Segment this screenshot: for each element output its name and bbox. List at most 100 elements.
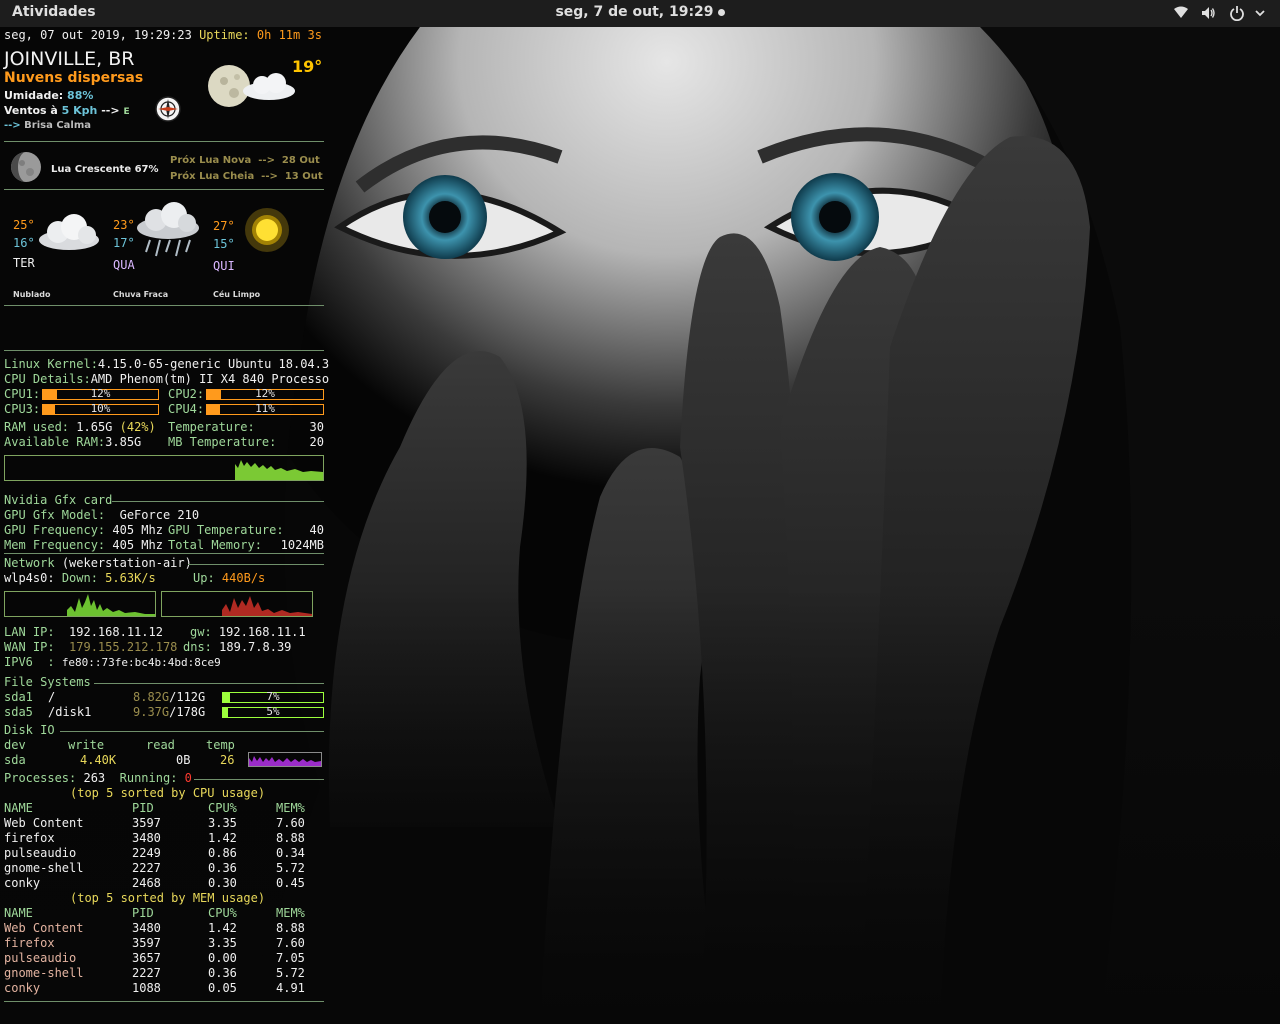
process-cpu: 3.35 — [208, 816, 237, 830]
table-header-cpu: CPU% — [208, 906, 237, 920]
cpu4-label: CPU4: — [168, 402, 205, 416]
process-cpu: 0.05 — [208, 981, 237, 995]
conky-panel: seg, 07 out 2019, 19:29:23 Uptime: 0h 11… — [0, 27, 330, 1024]
gpu-frequency: GPU Frequency: 405 Mhz — [4, 523, 163, 538]
cpu4-bar: 11% — [206, 402, 324, 415]
cpu2-bar: 12% — [206, 387, 324, 400]
top-bar: Atividades seg, 7 de out, 19:29 — [0, 0, 1280, 27]
process-cpu: 0.00 — [208, 951, 237, 965]
temperature-label: Temperature: — [168, 420, 255, 434]
process-cpu: 0.86 — [208, 846, 237, 860]
table-header-name: NAME — [4, 801, 33, 815]
cpu-details: CPU Details:AMD Phenom(tm) II X4 840 Pro… — [4, 372, 329, 387]
fs-used: 8.82G — [133, 690, 170, 704]
gateway-label: gw: — [190, 625, 212, 639]
next-new-moon-arrow: --> — [258, 155, 275, 166]
total-memory-value: 1024MB — [280, 538, 324, 552]
table-row: pulseaudio 3657 0.00 7.05 — [0, 951, 330, 966]
process-name: Web Content — [4, 921, 84, 935]
current-temperature: 19° — [292, 57, 323, 76]
process-mem: 8.88 — [276, 831, 305, 845]
table-header-cpu: CPU% — [208, 801, 237, 815]
process-cpu: 0.36 — [208, 966, 237, 980]
cpu-details-value: AMD Phenom(tm) II X4 840 Processo — [90, 372, 330, 386]
process-mem: 5.72 — [276, 861, 305, 875]
table-header-pid: PID — [132, 906, 154, 920]
processes-label: Processes: — [4, 771, 77, 785]
gateway-value: 192.168.11.1 — [218, 625, 306, 639]
forecast-low: 16° — [13, 236, 35, 250]
running-value: 0 — [184, 771, 192, 785]
temperature-value: 30 — [309, 420, 324, 434]
chevron-down-icon[interactable] — [1254, 7, 1266, 23]
clock-text[interactable]: seg, 7 de out, 19:29 — [555, 4, 713, 20]
wifi-icon[interactable] — [1173, 5, 1189, 25]
fs-total: /112G — [169, 690, 206, 704]
table-row: conky 1088 0.05 4.91 — [0, 981, 330, 996]
diskio-temp: 26 — [220, 753, 235, 767]
divider — [60, 731, 324, 732]
divider — [4, 141, 324, 142]
table-row: conky 2468 0.30 0.45 — [0, 876, 330, 891]
ram-used: RAM used: 1.65G (42%) — [4, 420, 156, 435]
power-icon[interactable] — [1229, 5, 1245, 25]
mem-process-table: NAME PID CPU% MEM% Web Content 3480 1.42 8.88 fi… — [0, 906, 330, 996]
process-name: Web Content — [4, 816, 84, 830]
wan-ip: WAN IP: 179.155.212.178 — [4, 640, 177, 655]
humidity-value: 88% — [67, 89, 94, 102]
processes-value: 263 — [83, 771, 106, 785]
wind-arrow: --> — [101, 104, 120, 117]
fs-device: sda5 — [4, 705, 33, 719]
diskio-graph — [248, 752, 322, 767]
lan-ip-label: LAN IP: — [4, 625, 55, 639]
process-pid: 3480 — [132, 921, 161, 935]
ram-used-label: RAM used: — [4, 420, 70, 434]
volume-icon[interactable] — [1200, 5, 1216, 25]
clock[interactable]: seg, 7 de out, 19:29 — [0, 4, 1280, 20]
next-new-moon-date: 28 Out — [281, 155, 320, 166]
forecast-desc: Chuva Fraca — [113, 290, 169, 299]
compass-icon — [155, 96, 181, 125]
forecast-high: 27° — [213, 219, 235, 233]
dns-value: 189.7.8.39 — [219, 640, 292, 654]
mem-sorted-title: (top 5 sorted by MEM usage) — [70, 891, 266, 905]
mem-frequency-value: 405 Mhz — [112, 538, 163, 552]
fs-total: /178G — [169, 705, 206, 719]
lan-ip: LAN IP: 192.168.11.12 — [4, 625, 163, 640]
next-full-moon-arrow: --> — [261, 171, 278, 182]
mem-frequency-label: Mem Frequency: — [4, 538, 106, 552]
breeze-text: Brisa Calma — [24, 120, 92, 131]
breeze: --> Brisa Calma — [4, 118, 91, 133]
next-new-moon-label: Próx Lua Nova — [170, 155, 252, 166]
cpu3-label: CPU3: — [4, 402, 41, 416]
forecast-low: 17° — [113, 236, 135, 250]
table-row: gnome-shell 2227 0.36 5.72 — [0, 966, 330, 981]
forecast-low: 15° — [213, 237, 235, 251]
divider — [112, 501, 324, 502]
table-row: pulseaudio 2249 0.86 0.34 — [0, 846, 330, 861]
process-pid: 3597 — [132, 936, 161, 950]
fs-percent: 7% — [266, 690, 280, 703]
cpu3-value: 10% — [90, 402, 111, 415]
process-name: gnome-shell — [4, 966, 84, 980]
process-name: firefox — [4, 831, 55, 845]
cpu-sorted-title: (top 5 sorted by CPU usage) — [70, 786, 266, 800]
table-row: Web Content 3480 1.42 8.88 — [0, 921, 330, 936]
dns: dns: 189.7.8.39 — [183, 640, 291, 655]
forecast-desc: Céu Limpo — [213, 290, 261, 299]
uptime-label: Uptime: — [199, 28, 250, 42]
network-interface: wlp4s0: — [4, 571, 55, 585]
ipv6: IPV6 : fe80::73fe:bc4b:4bd:8ce9 — [4, 655, 221, 670]
down-label: Down: — [61, 571, 98, 585]
process-pid: 2227 — [132, 966, 161, 980]
process-mem: 4.91 — [276, 981, 305, 995]
process-mem: 8.88 — [276, 921, 305, 935]
datetime: seg, 07 out 2019, 19:29:23 Uptime: 0h 11… — [4, 28, 322, 43]
moon-cloud-icon — [206, 61, 301, 114]
process-pid: 2249 — [132, 846, 161, 860]
process-mem: 7.60 — [276, 816, 305, 830]
process-name: conky — [4, 876, 41, 890]
download-graph — [4, 591, 156, 617]
fs-bar: 5% — [222, 705, 324, 718]
process-pid: 3597 — [132, 816, 161, 830]
